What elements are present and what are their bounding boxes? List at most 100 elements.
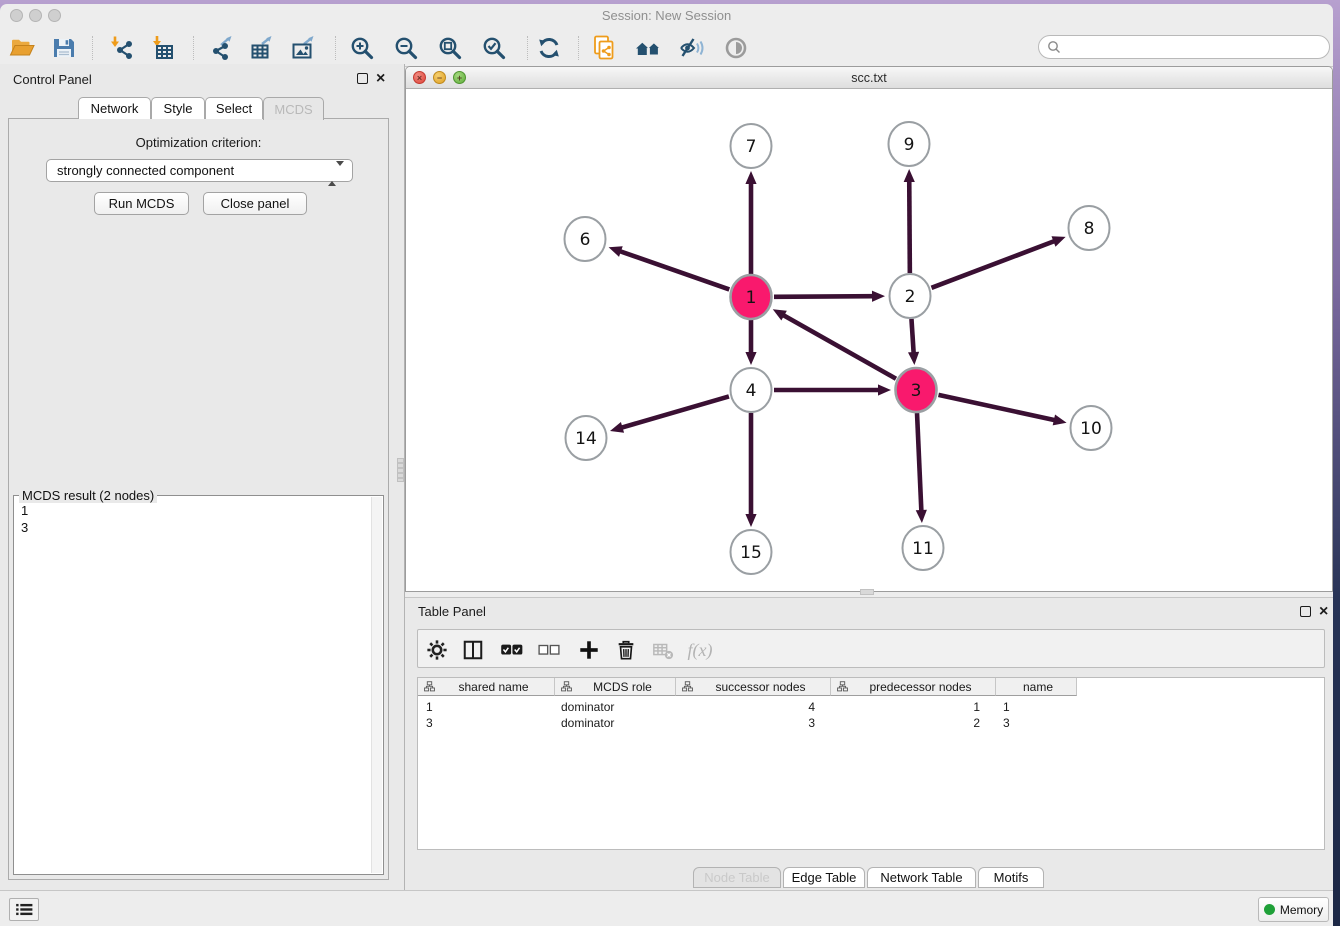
table-row[interactable]: 3 dominator 3 2 3 — [418, 715, 1324, 731]
svg-text:10: 10 — [1080, 419, 1102, 439]
optimization-criterion-select[interactable]: strongly connected component — [46, 159, 353, 182]
graph-node-7[interactable]: 7 — [731, 124, 772, 168]
column-header-predecessor-nodes[interactable]: predecessor nodes — [831, 678, 996, 696]
node-table[interactable]: shared name MCDS role successor nodes pr… — [417, 677, 1325, 850]
tab-mcds[interactable]: MCDS — [263, 97, 324, 120]
table-row[interactable]: 1 dominator 4 1 1 — [418, 699, 1324, 715]
float-panel-icon[interactable] — [357, 73, 368, 84]
graph-edge-2-3[interactable] — [908, 319, 919, 365]
graph-edge-3-10[interactable] — [938, 395, 1066, 426]
search-field[interactable] — [1038, 35, 1330, 59]
function-builder-button[interactable]: f(x) — [686, 637, 714, 663]
network-from-selection-button[interactable] — [589, 33, 619, 63]
tab-network-table[interactable]: Network Table — [867, 867, 976, 888]
table-settings-button[interactable] — [423, 637, 451, 663]
create-column-button[interactable] — [575, 637, 603, 663]
hide-selected-button[interactable] — [677, 33, 707, 63]
export-image-button[interactable] — [288, 33, 318, 63]
cell-successor-nodes[interactable]: 3 — [676, 715, 815, 731]
select-all-columns-button[interactable] — [498, 637, 526, 663]
tab-select[interactable]: Select — [205, 97, 263, 119]
tab-edge-table[interactable]: Edge Table — [783, 867, 865, 888]
graph-node-2[interactable]: 2 — [890, 274, 931, 318]
graph-edge-2-8[interactable] — [932, 236, 1066, 288]
cell-successor-nodes[interactable]: 4 — [676, 699, 815, 715]
graph-node-11[interactable]: 11 — [903, 526, 944, 570]
network-canvas[interactable]: 7 9 6 8 1 2 4 3 14 10 15 11 — [406, 90, 1332, 591]
graph-edge-1-7[interactable] — [745, 171, 756, 274]
zoom-out-button[interactable] — [391, 33, 421, 63]
graph-edge-1-4[interactable] — [745, 320, 756, 365]
export-network-button[interactable] — [206, 33, 236, 63]
mcds-result-line: 1 — [21, 502, 28, 519]
column-header-mcds-role[interactable]: MCDS role — [555, 678, 676, 696]
console-button[interactable] — [9, 898, 39, 921]
svg-text:8: 8 — [1084, 219, 1095, 239]
show-column-panel-button[interactable] — [459, 637, 487, 663]
graph-edge-1-2[interactable] — [774, 291, 885, 302]
graph-edge-3-1[interactable] — [773, 309, 896, 378]
zoom-in-button[interactable] — [347, 33, 377, 63]
deselect-all-columns-button[interactable] — [535, 637, 563, 663]
folder-open-icon — [9, 35, 35, 61]
zoom-fit-button[interactable] — [435, 33, 465, 63]
cell-name[interactable]: 1 — [1003, 699, 1073, 715]
graph-node-9[interactable]: 9 — [889, 122, 930, 166]
graph-node-3[interactable]: 3 — [896, 368, 937, 412]
column-edit-icon — [424, 681, 435, 692]
zoom-selected-button[interactable] — [479, 33, 509, 63]
apply-layout-button[interactable] — [534, 33, 564, 63]
network-window-titlebar[interactable]: × − + scc.txt — [406, 67, 1332, 89]
export-table-button[interactable] — [246, 33, 276, 63]
graph-node-14[interactable]: 14 — [566, 416, 607, 460]
graph-edge-1-6[interactable] — [609, 246, 730, 289]
graph-node-4[interactable]: 4 — [731, 368, 772, 412]
graph-node-8[interactable]: 8 — [1069, 206, 1110, 250]
graph-edge-4-3[interactable] — [774, 384, 891, 395]
network-graph[interactable]: 7 9 6 8 1 2 4 3 14 10 15 11 — [406, 90, 1332, 591]
cell-mcds-role[interactable]: dominator — [561, 699, 671, 715]
close-table-panel-icon[interactable]: × — [1319, 606, 1328, 618]
tab-node-table[interactable]: Node Table — [693, 867, 781, 888]
graph-node-10[interactable]: 10 — [1071, 406, 1112, 450]
zoom-selected-icon — [481, 35, 507, 61]
vertical-splitter-handle[interactable] — [397, 458, 404, 482]
open-session-button[interactable] — [7, 33, 37, 63]
result-scrollbar[interactable] — [371, 497, 382, 873]
graph-edge-3-11[interactable] — [916, 413, 927, 523]
graph-node-6[interactable]: 6 — [565, 217, 606, 261]
cell-mcds-role[interactable]: dominator — [561, 715, 671, 731]
graph-node-15[interactable]: 15 — [731, 530, 772, 574]
import-table-button[interactable] — [149, 33, 179, 63]
column-header-shared-name[interactable]: shared name — [418, 678, 555, 696]
column-header-name[interactable]: name — [996, 678, 1077, 696]
cell-predecessor-nodes[interactable]: 2 — [831, 715, 980, 731]
tab-motifs[interactable]: Motifs — [978, 867, 1044, 888]
column-edit-icon — [561, 681, 572, 692]
graph-edge-4-15[interactable] — [745, 413, 756, 527]
delete-columns-button[interactable] — [612, 637, 640, 663]
show-all-button[interactable] — [721, 33, 751, 63]
cell-shared-name[interactable]: 1 — [426, 699, 551, 715]
memory-button[interactable]: Memory — [1258, 897, 1329, 922]
cell-shared-name[interactable]: 3 — [426, 715, 551, 731]
close-panel-icon[interactable]: × — [376, 73, 385, 85]
cell-predecessor-nodes[interactable]: 1 — [831, 699, 980, 715]
first-neighbors-button[interactable] — [633, 33, 663, 63]
graph-node-1[interactable]: 1 — [731, 275, 772, 319]
graph-edge-4-14[interactable] — [610, 396, 729, 432]
float-table-panel-icon[interactable] — [1300, 606, 1311, 617]
close-panel-button[interactable]: Close panel — [203, 192, 307, 215]
delete-table-button[interactable] — [649, 637, 677, 663]
graph-edge-2-9[interactable] — [904, 169, 915, 273]
column-header-successor-nodes[interactable]: successor nodes — [676, 678, 831, 696]
tab-network[interactable]: Network — [78, 97, 151, 119]
cell-name[interactable]: 3 — [1003, 715, 1073, 731]
import-network-button[interactable] — [107, 33, 137, 63]
search-input[interactable] — [1065, 38, 1329, 56]
run-mcds-button[interactable]: Run MCDS — [94, 192, 189, 215]
save-session-button[interactable] — [49, 33, 79, 63]
horizontal-splitter-handle[interactable] — [860, 589, 874, 595]
export-image-icon — [290, 35, 316, 61]
tab-style[interactable]: Style — [151, 97, 205, 119]
